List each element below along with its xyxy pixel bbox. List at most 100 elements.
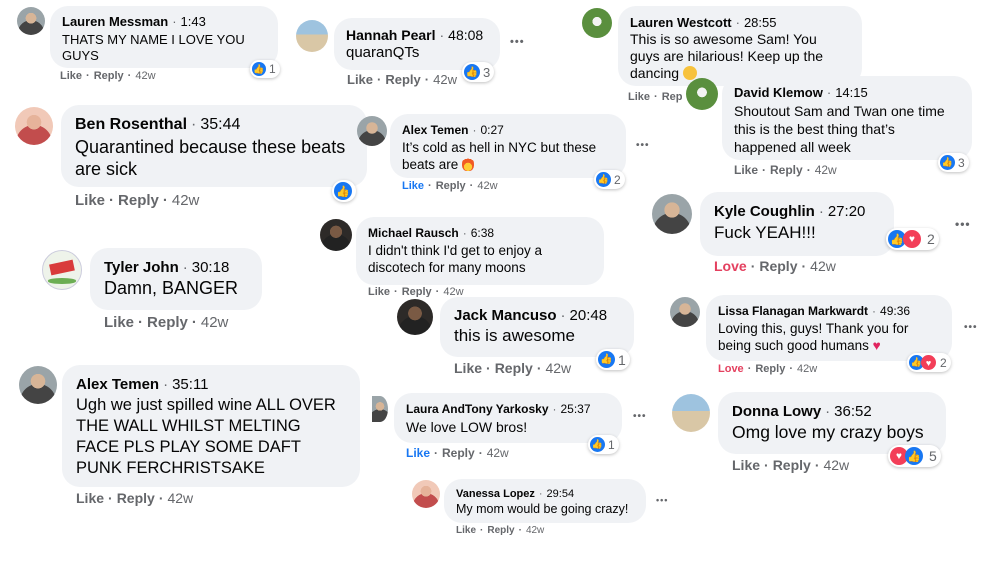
author-name[interactable]: Laura AndTony Yarkosky (406, 402, 549, 416)
timestamp[interactable]: 20:48 (570, 307, 608, 324)
reply-link[interactable]: Reply (436, 180, 466, 192)
author-name[interactable]: Tyler John (104, 259, 179, 276)
avatar[interactable] (372, 396, 388, 422)
author-name[interactable]: David Klemow (734, 85, 823, 100)
author-name[interactable]: Lauren Messman (62, 14, 168, 29)
comment-age[interactable]: 42w (815, 163, 837, 177)
more-options-button[interactable]: ••• (955, 217, 971, 231)
avatar[interactable] (412, 480, 440, 508)
like-link[interactable]: Like (406, 446, 430, 460)
timestamp[interactable]: 30:18 (192, 259, 230, 276)
timestamp[interactable]: 36:52 (834, 403, 872, 420)
reply-link[interactable]: Reply (385, 72, 420, 87)
like-link[interactable]: Like (76, 490, 104, 506)
reaction-count[interactable]: 👍 1 (588, 435, 619, 454)
like-link[interactable]: Like (75, 192, 105, 209)
avatar[interactable] (15, 107, 53, 145)
avatar[interactable] (320, 219, 352, 251)
timestamp[interactable]: 25:37 (561, 402, 591, 416)
reaction-count[interactable]: 👍 (332, 180, 356, 202)
comment-age[interactable]: 42w (433, 72, 457, 87)
reply-link[interactable]: Reply (442, 446, 475, 460)
comment-age[interactable]: 42w (823, 457, 849, 473)
reply-link[interactable]: Reply (94, 70, 124, 82)
author-name[interactable]: Alex Temen (76, 376, 159, 393)
author-name[interactable]: Hannah Pearl (346, 27, 435, 43)
comment-age[interactable]: 42w (201, 314, 229, 331)
comment-age[interactable]: 42w (443, 286, 463, 297)
comment-age[interactable]: 42w (797, 363, 817, 375)
love-link[interactable]: Love (718, 363, 744, 375)
reply-link[interactable]: Reply (495, 360, 533, 376)
like-link[interactable]: Like (454, 360, 482, 376)
reaction-count[interactable]: 👍 ♥ 2 (886, 228, 939, 250)
timestamp[interactable]: 49:36 (880, 304, 910, 318)
avatar[interactable] (686, 78, 718, 110)
comment-age[interactable]: 42w (172, 192, 200, 209)
reaction-count[interactable]: 👍 3 (938, 153, 969, 172)
like-link[interactable]: Like (60, 70, 82, 82)
author-name[interactable]: Jack Mancuso (454, 307, 557, 324)
timestamp[interactable]: 0:27 (480, 123, 503, 137)
avatar[interactable] (357, 116, 387, 146)
reaction-count[interactable]: 👍 2 (594, 170, 625, 189)
like-link[interactable]: Like (347, 72, 373, 87)
timestamp[interactable]: 1:43 (181, 14, 206, 29)
avatar[interactable] (652, 194, 692, 234)
like-link[interactable]: Like (456, 525, 476, 536)
more-options-button[interactable]: ••• (633, 411, 647, 422)
author-name[interactable]: Lauren Westcott (630, 15, 732, 30)
timestamp[interactable]: 6:38 (471, 226, 494, 240)
reply-link[interactable]: Reply (487, 525, 514, 536)
comment-age[interactable]: 42w (810, 258, 836, 274)
like-link[interactable]: Like (402, 180, 424, 192)
author-name[interactable]: Lissa Flanagan Markwardt (718, 304, 868, 318)
author-name[interactable]: Michael Rausch (368, 226, 459, 240)
more-options-button[interactable]: ••• (636, 140, 650, 151)
reply-link[interactable]: Reply (402, 286, 432, 297)
reply-link[interactable]: Reply (773, 457, 811, 473)
author-name[interactable]: Ben Rosenthal (75, 116, 187, 133)
like-link[interactable]: Like (104, 314, 134, 331)
timestamp[interactable]: 27:20 (828, 203, 866, 220)
comment-age[interactable]: 42w (526, 525, 544, 536)
avatar[interactable] (42, 250, 82, 290)
like-link[interactable]: Like (734, 163, 758, 177)
like-link[interactable]: Like (628, 91, 650, 103)
timestamp[interactable]: 29:54 (547, 488, 575, 500)
reply-link[interactable]: Reply (759, 258, 797, 274)
author-name[interactable]: Alex Temen (402, 123, 468, 137)
author-name[interactable]: Kyle Coughlin (714, 203, 815, 220)
avatar[interactable] (17, 7, 45, 35)
reaction-count[interactable]: 👍 1 (596, 349, 630, 370)
reaction-count[interactable]: 👍 1 (250, 60, 280, 78)
author-name[interactable]: Donna Lowy (732, 403, 821, 420)
comment-age[interactable]: 42w (167, 490, 193, 506)
reply-link[interactable]: Reply (118, 192, 159, 209)
timestamp[interactable]: 14:15 (835, 85, 868, 100)
timestamp[interactable]: 35:11 (172, 376, 208, 393)
timestamp[interactable]: 28:55 (744, 15, 777, 30)
reaction-count[interactable]: ♥ 👍 5 (888, 445, 941, 467)
reaction-count[interactable]: 👍 ♥ 2 (907, 353, 951, 372)
reply-link[interactable]: Reply (117, 490, 155, 506)
comment-age[interactable]: 42w (487, 446, 509, 460)
more-options-button[interactable]: ••• (656, 495, 668, 505)
avatar[interactable] (582, 8, 612, 38)
comment-age[interactable]: 42w (545, 360, 571, 376)
comment-age[interactable]: 42w (135, 70, 155, 82)
more-options-button[interactable]: ••• (510, 36, 525, 48)
reply-link[interactable]: Reply (755, 363, 785, 375)
avatar[interactable] (397, 299, 433, 335)
comment-age[interactable]: 42w (477, 180, 497, 192)
avatar[interactable] (19, 366, 57, 404)
avatar[interactable] (672, 394, 710, 432)
timestamp[interactable]: 48:08 (448, 27, 483, 43)
reply-link[interactable]: Reply (147, 314, 188, 331)
avatar[interactable] (296, 20, 328, 52)
timestamp[interactable]: 35:44 (200, 116, 240, 133)
love-link[interactable]: Love (714, 258, 747, 274)
like-link[interactable]: Like (368, 286, 390, 297)
reply-link[interactable]: Rep (662, 91, 683, 103)
avatar[interactable] (670, 297, 700, 327)
